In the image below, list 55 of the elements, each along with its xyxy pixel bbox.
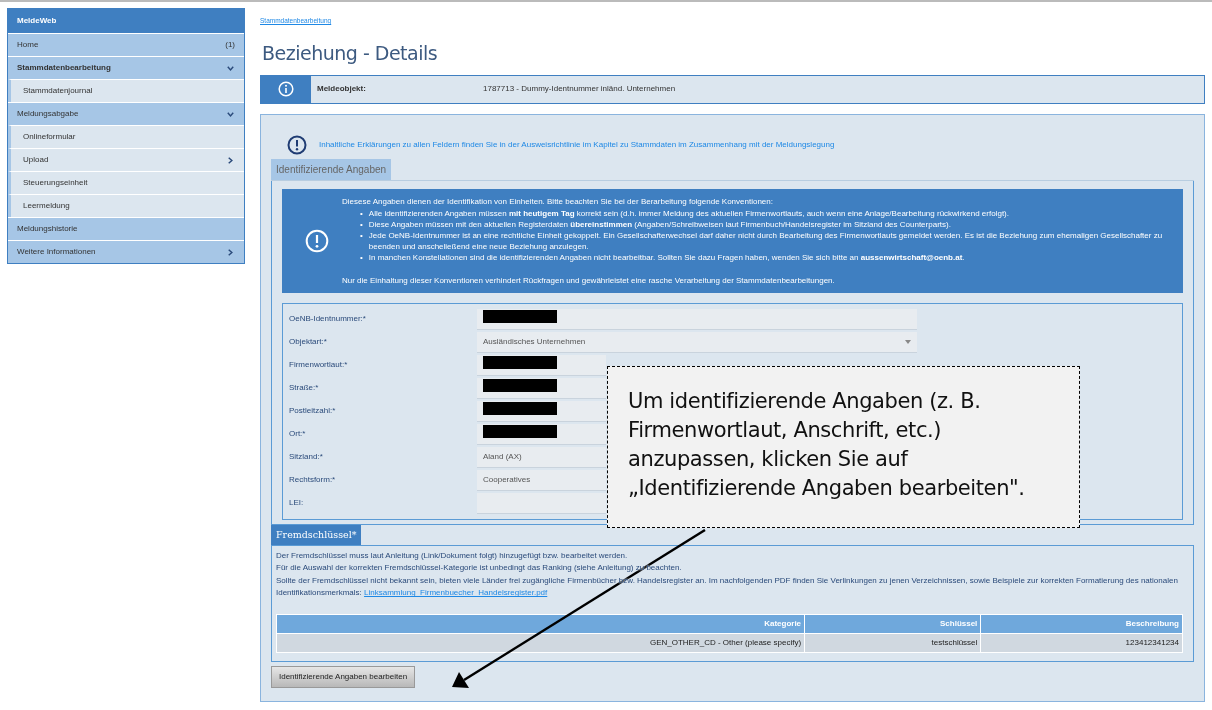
bullet-marker: •	[360, 251, 363, 263]
field-label: Meldeobjekt:	[316, 83, 367, 95]
input-field[interactable]	[477, 400, 606, 422]
sidebar-item[interactable]: Steuerungseinheit	[8, 171, 244, 194]
field-value: 1787713 - Dummy-Identnummer inländ. Unternehmen	[483, 83, 676, 95]
field-label: Firmenwortlaut:*	[289, 359, 349, 371]
paragraph: Der Fremdschlüssel muss laut Anleitung (Link/Dokument folgt) hinzugefügt bzw. bearbeitet werden.	[276, 549, 629, 562]
sidebar-item[interactable]: Onlineformular	[8, 125, 244, 148]
bullet-marker: •	[360, 218, 363, 230]
item-count: (1)	[225, 39, 235, 51]
caret-icon	[905, 339, 911, 344]
bullet-marker: •	[360, 207, 363, 219]
sidebar-item[interactable]: Meldungsabgabe	[8, 102, 244, 125]
info-icon	[278, 81, 294, 97]
column-header: Kategorie	[276, 614, 805, 634]
column-header: Schlüssel	[804, 614, 981, 634]
sidebar-item[interactable]: Leermeldung	[8, 194, 244, 217]
sidebar-item[interactable]: Stammdatenbearbeitung	[8, 56, 244, 79]
section-legend: Fremdschlüssel*	[271, 524, 362, 545]
field-label: OeNB-Identnummer:*	[289, 313, 367, 325]
sidebar-item[interactable]: Meldungshistorie	[8, 217, 244, 240]
notice-text: Nur die Einhaltung dieser Konventionen verhindert Rückfragen und gewährleistet eine rasche Verarbeitung der Stammdatenbearbeitungen.	[342, 274, 836, 286]
section-legend: Identifizierende Angaben	[271, 158, 392, 180]
sidebar-item[interactable]: Weitere Informationen	[8, 240, 244, 263]
notice-bullet: In manchen Konstellationen sind die identifizierenden Angaben nicht bearbeitbar. Sollten Sie dazu Fragen haben, wenden Sie sich bitte an aussenwirtschaft@oenb.at.	[368, 251, 965, 263]
input-field[interactable]: Cooperatives	[477, 469, 606, 491]
field-label: Postleitzahl:*	[289, 405, 337, 417]
input-field[interactable]	[477, 423, 606, 445]
field-label: Sitzland:*	[289, 451, 324, 463]
input-field[interactable]	[477, 377, 606, 399]
page-title: Beziehung - Details	[262, 41, 439, 66]
callout-text: Um identifizierende Angaben (z. B. Firmenwortlaut, Anschrift, etc.) anzupassen, klicken Sie auf „Identifizierende Angaben bearbeiten".	[628, 388, 1026, 502]
sidebar-item[interactable]: Upload	[8, 148, 244, 171]
notice-bullet: Jede OeNB-Identnummer ist an eine rechtliche Einheit gekoppelt. Ein Gesellschafterwechsel darf daher nicht durch Bearbeitung des Firmenwortlauts gemeldet werden. Es ist die Beziehung zum ehemaligen Gesellschafter zu beenden und anscheließend eine neue Beziehung anzulegen.	[368, 229, 1164, 252]
bullet-marker: •	[360, 229, 363, 242]
select-field[interactable]: Ausländisches Unternehmen	[477, 331, 917, 353]
field-label: Straße:*	[289, 382, 320, 394]
input-field[interactable]: Aland (AX)	[477, 446, 606, 468]
notice-bullet: Alle identifizierenden Angaben müssen mit heutigem Tag korrekt sein (d.h. immer Meldung des aktuellen Firmenwortlauts, auch wenn eine Anlage/Bearbeitung rückwirkend erfolgt).	[368, 207, 1009, 219]
notice-text: Diesese Angaben dienen der Identifikation von Einheiten. Bitte beachten Sie bei der Berarbeitung folgende Konventionen:	[342, 195, 774, 207]
field-label: Objektart:*	[289, 336, 328, 348]
app-title: MeldeWeb	[8, 9, 244, 33]
input-field[interactable]	[477, 308, 917, 330]
sidebar-item[interactable]: Stammdatenjournal	[8, 79, 244, 102]
input-field[interactable]	[477, 354, 606, 376]
input-field[interactable]	[477, 492, 606, 514]
exclamation-icon	[305, 228, 329, 253]
edit-button[interactable]: Identifizierende Angaben bearbeiten	[271, 665, 416, 688]
exclamation-icon	[287, 134, 307, 155]
field-label: Rechtsform:*	[289, 474, 337, 486]
notice-bullet: Diese Angaben müssen mit den aktuellen Registerdaten übereinstimmen (Angaben/Schreibweisen laut Firmenbuch/Handelsregister im Sitzland des Counterparts).	[368, 218, 951, 230]
field-label: LEI:	[289, 497, 305, 509]
field-label: Ort:*	[289, 428, 307, 440]
sidebar-item[interactable]: Home (1)	[8, 33, 244, 56]
column-header: Beschreibung	[980, 614, 1183, 634]
